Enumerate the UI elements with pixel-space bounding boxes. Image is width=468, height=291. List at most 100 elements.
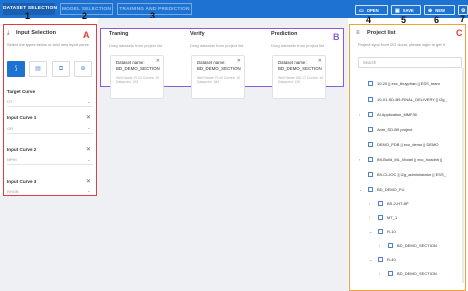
annotation-number-2: 2	[82, 11, 88, 21]
dataset-card-meta: Well Name: BS-1T Curves: 10 Datapoint: 1…	[278, 76, 324, 85]
chevron-down-icon[interactable]: ⌄	[87, 188, 91, 194]
chevron-right-icon[interactable]: ›	[379, 270, 380, 278]
project-item-label: 10-20 || ecc_thuyphan || ESS_team	[377, 81, 440, 86]
project-item-label: AI Application_MMF30	[377, 112, 418, 117]
well-icon	[378, 257, 383, 262]
input-curve-3-select[interactable]: RHOB	[7, 189, 19, 194]
input-selection-title: Input Selection	[16, 30, 57, 36]
project-item-label: BD_DEMO_FU	[377, 187, 405, 192]
well-icon	[378, 215, 383, 220]
curve-icon: ⟆	[14, 66, 18, 72]
chevron-down-icon[interactable]: ⌄	[369, 228, 372, 236]
well-item-label: R-40	[387, 257, 396, 262]
dataset-item-label: BD_DEMO_SECTION	[397, 271, 437, 276]
project-icon	[368, 127, 373, 132]
panel-marker-a: A	[83, 30, 90, 40]
training-dataset-card[interactable]: ✕ Dataset name: BD_DEMO_SECTION Well Nam…	[110, 55, 164, 99]
chevron-right-icon[interactable]: ›	[359, 111, 360, 119]
project-list-subtitle: Project sync from i2G cloud, please logi…	[358, 42, 445, 47]
well-icon	[378, 229, 383, 234]
divider	[7, 106, 93, 107]
project-item[interactable]: ⌄ BD_DEMO_FU	[359, 186, 405, 194]
remove-curve-1-icon[interactable]: ✕	[86, 114, 91, 121]
project-icon	[368, 142, 373, 147]
well-item-label: MT_1	[387, 215, 398, 220]
verify-column-hint: Drag datasets from project list	[190, 43, 244, 48]
verify-column-title: Verify	[190, 31, 205, 37]
chevron-down-icon[interactable]: ⌄	[359, 186, 362, 194]
save-icon: ▣	[395, 8, 400, 14]
project-item[interactable]: Anm_SD-B9 project	[368, 126, 412, 134]
prediction-column-hint: Drag datasets from project list	[271, 43, 325, 48]
project-item[interactable]: DEMO_PDB || ecc_demo || DEMO	[368, 141, 439, 149]
project-item-label: B9-CLJOC || i2g_administrator || ESS_	[377, 172, 446, 177]
plus-circle-icon: ⊕	[428, 8, 433, 14]
annotation-number-7: 7	[460, 14, 466, 24]
input-curve-1-label: Input Curve 1	[7, 115, 37, 120]
dataset-card-title: Dataset name: BD_DEMO_SECTION	[278, 60, 322, 71]
save-button[interactable]: ▣ SAVE	[391, 5, 421, 15]
chevron-down-icon[interactable]: ⌄	[87, 125, 91, 131]
well-item[interactable]: ⌄ R-40	[369, 256, 396, 264]
dataset-item[interactable]: › BD_DEMO_SECTION	[379, 242, 437, 250]
chevron-right-icon[interactable]: ›	[369, 214, 370, 222]
dataset-item[interactable]: › BD_DEMO_SECTION	[379, 270, 437, 278]
project-list-scrollbar[interactable]	[462, 68, 464, 283]
well-item[interactable]: ⌄ R-10	[369, 228, 396, 236]
chevron-down-icon[interactable]: ⌄	[87, 99, 91, 105]
target-curve-label: Target Curve	[7, 89, 35, 94]
divider	[7, 164, 93, 165]
input-curve-2-select[interactable]: NPHI	[7, 157, 17, 162]
project-item[interactable]: B9-CLJOC || i2g_administrator || ESS_	[368, 171, 446, 179]
top-toolbar: DATASET SELECTION MODEL SELECTION TRAINI…	[0, 0, 468, 18]
chevron-right-icon[interactable]: ›	[359, 156, 360, 164]
well-item-label: BS-2-HT-8P	[387, 201, 409, 206]
dataset-item-label: BD_DEMO_SECTION	[397, 243, 437, 248]
save-button-label: SAVE	[402, 8, 414, 13]
open-button[interactable]: ▭ OPEN	[355, 5, 388, 15]
dataset-icon	[388, 243, 393, 248]
menu-icon[interactable]: ≡	[356, 30, 360, 36]
curve-type-button-1[interactable]: ⟆	[7, 61, 25, 77]
search-input[interactable]: Search	[358, 57, 462, 68]
chevron-right-icon[interactable]: ›	[379, 242, 380, 250]
project-item[interactable]: 10-01-SD-B9-FINAL_DELIVERY || i2g_	[368, 96, 447, 104]
project-list-title: Project list	[367, 30, 396, 36]
project-item[interactable]: › AI Application_MMF30	[359, 111, 418, 119]
panel-marker-c: C	[456, 28, 463, 38]
target-curve-select[interactable]: DT	[7, 99, 12, 104]
curve-type-button-3[interactable]: ⧉	[52, 61, 70, 77]
well-item[interactable]: › MT_1	[369, 214, 398, 222]
open-button-label: OPEN	[366, 8, 379, 13]
prediction-column-title: Prediction	[271, 31, 298, 37]
well-item[interactable]: › BS-2-HT-8P	[369, 200, 409, 208]
verify-dataset-card[interactable]: ✕ Dataset name: BD_DEMO_SECTION Well Nam…	[191, 55, 245, 99]
project-item[interactable]: 10-20 || ecc_thuyphan || ESS_team	[368, 80, 440, 88]
project-icon	[368, 187, 373, 192]
well-item-label: R-10	[387, 229, 396, 234]
project-item[interactable]: › B9-Build_ML_Model || ecc_hoadnh ||	[359, 156, 442, 164]
dataset-card-meta: Well Name: R-40 Curves: 10 Datapoint: 18…	[197, 76, 241, 85]
project-icon	[368, 97, 373, 102]
input-curve-1-select[interactable]: GR	[7, 126, 13, 131]
layers-icon: ⧉	[58, 66, 64, 72]
dataset-card-title: Dataset name: BD_DEMO_SECTION	[197, 60, 241, 71]
chevron-right-icon[interactable]: ›	[369, 200, 370, 208]
remove-curve-2-icon[interactable]: ✕	[86, 146, 91, 153]
dataset-card-meta: Well Name: R-10 Curves: 10 Datapoint: 15…	[116, 76, 160, 85]
download-icon: ⤓	[7, 30, 10, 36]
divider	[7, 133, 93, 134]
chevron-down-icon[interactable]: ⌄	[87, 157, 91, 163]
chevron-down-icon[interactable]: ⌄	[369, 256, 372, 264]
add-input-curve-button[interactable]: ⊕	[74, 61, 92, 77]
prediction-dataset-card[interactable]: ✕ Dataset name: BD_DEMO_SECTION Well Nam…	[272, 55, 326, 99]
project-icon	[368, 157, 373, 162]
dataset-icon	[388, 271, 393, 276]
remove-curve-3-icon[interactable]: ✕	[86, 178, 91, 185]
input-selection-subtitle: Select the types below or Add new input …	[7, 42, 89, 47]
project-item-label: DEMO_PDB || ecc_demo || DEMO	[377, 142, 439, 147]
new-button[interactable]: ⊕ NEW	[424, 5, 455, 15]
new-button-label: NEW	[435, 8, 445, 13]
project-icon	[368, 81, 373, 86]
curve-type-button-2[interactable]: ▤	[29, 61, 47, 77]
